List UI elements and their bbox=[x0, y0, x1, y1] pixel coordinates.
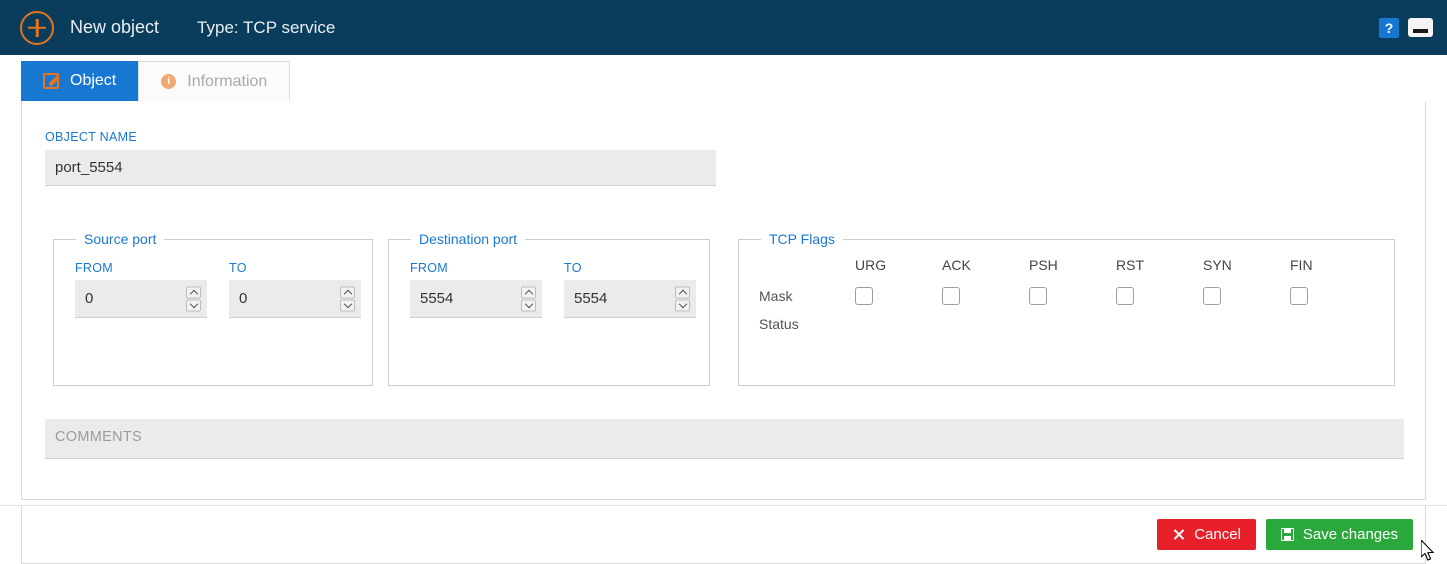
spin-up-button[interactable] bbox=[675, 286, 690, 298]
spin-down-button[interactable] bbox=[186, 299, 201, 311]
spin-up-button[interactable] bbox=[340, 286, 355, 298]
tcp-mask-checkbox-fin[interactable] bbox=[1290, 287, 1308, 305]
help-button[interactable]: ? bbox=[1379, 17, 1399, 38]
source-port-from-spinner[interactable] bbox=[75, 280, 207, 318]
destination-port-from-spinner[interactable] bbox=[410, 280, 542, 318]
destination-port-to-group: TO bbox=[564, 261, 696, 318]
floppy-disk-icon bbox=[1280, 528, 1294, 541]
destination-port-from-group: FROM bbox=[410, 261, 542, 318]
save-button[interactable]: Save changes bbox=[1265, 519, 1413, 550]
destination-port-fieldset: Destination port FROM TO bbox=[388, 231, 710, 386]
minimize-button[interactable] bbox=[1408, 18, 1433, 37]
spin-down-button[interactable] bbox=[521, 299, 536, 311]
object-name-field-group: OBJECT NAME bbox=[45, 130, 716, 186]
source-port-to-label: TO bbox=[229, 261, 247, 275]
tcp-mask-cell-fin bbox=[1284, 282, 1371, 310]
object-form-panel: OBJECT NAME Source port FROM TO bbox=[21, 101, 1426, 500]
cancel-button[interactable]: Cancel bbox=[1157, 519, 1256, 550]
tcp-mask-checkbox-urg[interactable] bbox=[855, 287, 873, 305]
save-button-label: Save changes bbox=[1302, 526, 1398, 543]
tcp-mask-checkbox-rst[interactable] bbox=[1116, 287, 1134, 305]
destination-port-to-spin-buttons bbox=[675, 286, 690, 311]
tab-information[interactable]: i Information bbox=[138, 61, 291, 101]
tcp-flag-column-ack: ACK bbox=[942, 257, 971, 273]
source-port-fieldset: Source port FROM TO bbox=[53, 231, 373, 386]
tcp-mask-checkbox-syn[interactable] bbox=[1203, 287, 1221, 305]
titlebar-actions: ? bbox=[1379, 17, 1433, 38]
tcp-mask-row-label: Mask bbox=[759, 288, 793, 304]
source-port-legend: Source port bbox=[84, 231, 157, 247]
spin-down-button[interactable] bbox=[675, 299, 690, 311]
source-port-inputs: FROM TO bbox=[54, 247, 372, 318]
spin-up-button[interactable] bbox=[521, 286, 536, 298]
source-port-to-group: TO bbox=[229, 261, 361, 318]
tcp-flag-column-syn: SYN bbox=[1203, 257, 1232, 273]
tcp-status-cell-urg bbox=[849, 310, 936, 338]
spin-down-button[interactable] bbox=[340, 299, 355, 311]
cancel-button-label: Cancel bbox=[1194, 526, 1241, 543]
close-icon bbox=[1172, 528, 1185, 541]
tcp-mask-cell-rst bbox=[1110, 282, 1197, 310]
tcp-status-row-label: Status bbox=[759, 316, 799, 332]
tcp-status-cell-fin bbox=[1284, 310, 1371, 338]
tcp-status-cell-syn bbox=[1197, 310, 1284, 338]
tcp-mask-checkbox-psh[interactable] bbox=[1029, 287, 1047, 305]
tcp-mask-cell-syn bbox=[1197, 282, 1284, 310]
tab-bar: Object i Information bbox=[0, 55, 1447, 101]
tcp-status-cell-ack bbox=[936, 310, 1023, 338]
comments-input[interactable] bbox=[45, 419, 1404, 459]
tcp-flags-table: URG ACK PSH RST SYN FIN Mask Status bbox=[739, 247, 1394, 338]
destination-port-legend: Destination port bbox=[419, 231, 518, 247]
tcp-mask-cell-ack bbox=[936, 282, 1023, 310]
tcp-flag-column-psh: PSH bbox=[1029, 257, 1058, 273]
tab-information-label: Information bbox=[187, 72, 268, 90]
tcp-flags-corner bbox=[759, 265, 849, 274]
tcp-status-cell-rst bbox=[1110, 310, 1197, 338]
tcp-flag-column-urg: URG bbox=[855, 257, 887, 273]
destination-port-from-spin-buttons bbox=[521, 286, 536, 311]
info-icon: i bbox=[161, 74, 177, 89]
tcp-flags-fieldset: TCP Flags URG ACK PSH RST SYN FIN Mask S… bbox=[738, 231, 1395, 386]
destination-port-to-spinner[interactable] bbox=[564, 280, 696, 318]
tcp-flag-column-fin: FIN bbox=[1290, 257, 1313, 273]
tcp-mask-checkbox-ack[interactable] bbox=[942, 287, 960, 305]
spin-up-button[interactable] bbox=[186, 286, 201, 298]
tab-object[interactable]: Object bbox=[21, 61, 139, 101]
tcp-flags-legend: TCP Flags bbox=[769, 231, 835, 247]
comments-field-group bbox=[45, 419, 1404, 464]
page-title: New object bbox=[70, 17, 160, 37]
tcp-status-cell-psh bbox=[1023, 310, 1110, 338]
source-port-from-spin-buttons bbox=[186, 286, 201, 311]
plus-circle-icon bbox=[20, 10, 54, 45]
tcp-flag-column-rst: RST bbox=[1116, 257, 1144, 273]
edit-icon bbox=[43, 73, 59, 89]
window-titlebar: New object Type: TCP service ? bbox=[0, 0, 1447, 55]
object-type-label: Type: TCP service bbox=[197, 17, 336, 37]
source-port-from-group: FROM bbox=[75, 261, 207, 318]
dialog-footer: Cancel Save changes bbox=[0, 505, 1447, 564]
tcp-mask-cell-urg bbox=[849, 282, 936, 310]
source-port-from-label: FROM bbox=[75, 261, 113, 275]
destination-port-inputs: FROM TO bbox=[389, 247, 709, 318]
source-port-to-spin-buttons bbox=[340, 286, 355, 311]
tcp-mask-cell-psh bbox=[1023, 282, 1110, 310]
tab-object-label: Object bbox=[70, 72, 117, 89]
object-name-label: OBJECT NAME bbox=[45, 130, 137, 144]
destination-port-from-label: FROM bbox=[410, 261, 448, 275]
source-port-to-spinner[interactable] bbox=[229, 280, 361, 318]
object-name-input[interactable] bbox=[45, 150, 716, 186]
destination-port-to-label: TO bbox=[564, 261, 582, 275]
